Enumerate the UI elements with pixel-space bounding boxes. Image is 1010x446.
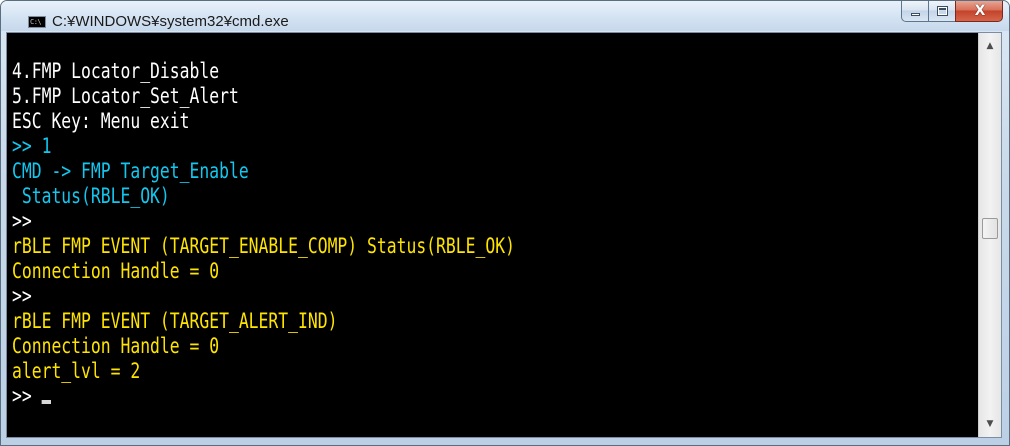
window-title: C:¥WINDOWS¥system32¥cmd.exe <box>52 13 289 30</box>
close-icon: X <box>974 3 986 19</box>
console-line: Connection Handle = 0 <box>12 259 220 283</box>
maximize-icon <box>937 6 948 16</box>
console-line: 4.FMP Locator_Disable <box>12 59 220 83</box>
maximize-button[interactable] <box>928 1 955 22</box>
console-text: 4.FMP Locator_Disable 5.FMP Locator_Set_A… <box>12 59 975 439</box>
console-line: rBLE FMP EVENT (TARGET_ALERT_IND) <box>12 309 338 333</box>
text-cursor <box>41 400 51 404</box>
console-line: rBLE FMP EVENT (TARGET_ENABLE_COMP) Stat… <box>12 234 515 258</box>
console-line: Connection Handle = 0 <box>12 334 220 358</box>
console-line: 5.FMP Locator_Set_Alert <box>12 84 239 108</box>
title-bar[interactable]: C:\ C:¥WINDOWS¥system32¥cmd.exe X <box>1 1 1009 31</box>
scroll-up-arrow-icon[interactable]: ▲ <box>979 35 1001 57</box>
vertical-scrollbar[interactable]: ▲ ▼ <box>978 33 1001 437</box>
minimize-button[interactable] <box>901 1 928 22</box>
scroll-down-arrow-icon[interactable]: ▼ <box>979 413 1001 435</box>
console-line: Status(RBLE_OK) <box>12 184 170 208</box>
console-line: >> 1 <box>12 134 52 158</box>
console-line: >> <box>12 284 32 308</box>
minimize-icon <box>911 13 920 16</box>
console-line: alert_lvl = 2 <box>12 359 141 383</box>
console-line: >> <box>12 384 51 409</box>
console-line: >> <box>12 209 32 233</box>
close-button[interactable]: X <box>955 1 1003 22</box>
cmd-console-icon[interactable]: C:\ <box>28 16 46 28</box>
console-line: CMD -> FMP Target_Enable <box>12 159 249 183</box>
cmd-icon-glyph: C:\ <box>30 18 42 26</box>
console-line: ESC Key: Menu exit <box>12 109 190 133</box>
window-controls: X <box>901 1 1003 22</box>
scrollbar-thumb[interactable] <box>982 218 998 239</box>
